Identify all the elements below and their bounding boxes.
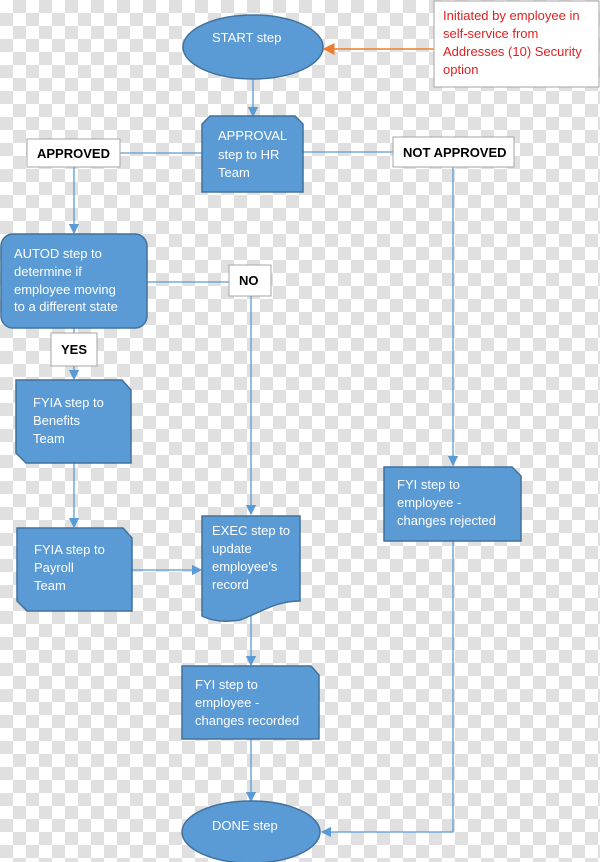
connector-rejected-done — [320, 541, 454, 838]
flowchart: Initiated by employee in self-service fr… — [0, 0, 600, 862]
start-node[interactable] — [182, 14, 324, 80]
start-text: START step — [212, 30, 281, 45]
done-text: DONE step — [212, 818, 278, 833]
approved-label: APPROVED — [37, 146, 110, 161]
no-label: NO — [239, 273, 259, 288]
not-approved-label: NOT APPROVED — [403, 145, 507, 160]
yes-label: YES — [61, 342, 87, 357]
